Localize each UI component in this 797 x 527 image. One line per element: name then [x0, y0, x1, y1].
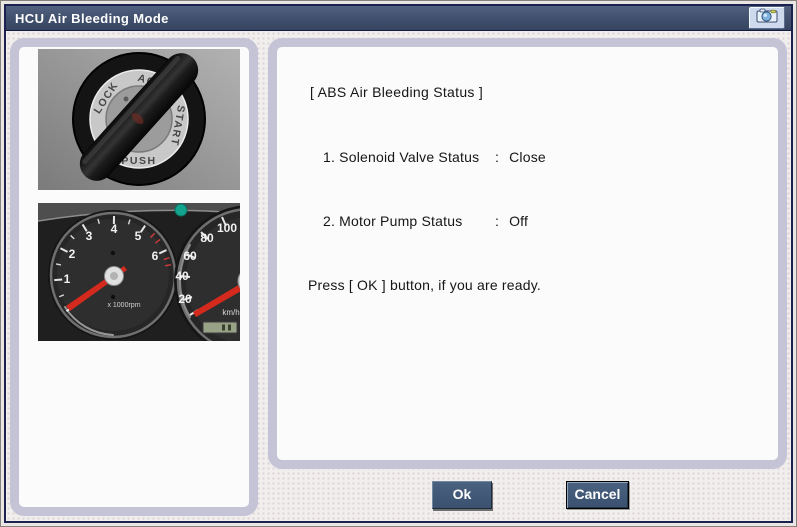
dialog-body: LOCK ACC START PUSH — [6, 32, 791, 521]
status-item-motor-pump: 2. Motor Pump Status: Off — [323, 213, 528, 229]
svg-text:20: 20 — [178, 292, 192, 306]
status-panel: [ ABS Air Bleeding Status ] 1. Solenoid … — [268, 38, 787, 469]
svg-text:5: 5 — [135, 229, 142, 243]
image-panel: LOCK ACC START PUSH — [10, 38, 258, 516]
tachometer-gauge: 1 2 3 4 5 6 x 1000rpm — [48, 210, 178, 340]
cancel-button[interactable]: Cancel — [566, 481, 629, 509]
title-bar: HCU Air Bleeding Mode — [6, 6, 791, 31]
svg-text:80: 80 — [200, 231, 214, 245]
indicator-lamp — [174, 203, 188, 217]
svg-text:2: 2 — [69, 247, 76, 261]
svg-text:40: 40 — [175, 269, 189, 283]
dialog-window: HCU Air Bleeding Mode LOCK START PUSH 1 … — [0, 0, 797, 527]
status-heading: [ ABS Air Bleeding Status ] — [310, 84, 484, 100]
ignition-switch-photo: LOCK ACC START PUSH — [38, 49, 240, 190]
camera-button[interactable] — [749, 7, 785, 29]
status-item-value: Close — [509, 149, 546, 165]
status-item-solenoid: 1. Solenoid Valve Status: Close — [323, 149, 546, 165]
dialog-frame: HCU Air Bleeding Mode LOCK START PUSH 1 … — [4, 4, 793, 523]
svg-text:100: 100 — [217, 221, 237, 235]
window-title: HCU Air Bleeding Mode — [15, 10, 169, 26]
status-item-value: Off — [509, 213, 529, 229]
svg-text:6: 6 — [152, 249, 159, 263]
tach-unit-label: x 1000rpm — [107, 302, 140, 309]
status-item-separator: : — [495, 149, 500, 165]
ok-button[interactable]: Ok — [432, 481, 492, 509]
status-item-label: 1. Solenoid Valve Status — [323, 149, 480, 165]
svg-text:1: 1 — [64, 272, 71, 286]
instruction-text: Press [ OK ] button, if you are ready. — [308, 277, 542, 293]
svg-text:60: 60 — [183, 249, 197, 263]
svg-text:4: 4 — [111, 222, 118, 236]
status-item-separator: : — [495, 213, 500, 229]
ignition-label-push: PUSH — [121, 155, 156, 167]
odometer-display — [202, 321, 238, 334]
svg-text:3: 3 — [86, 229, 93, 243]
instrument-cluster-photo: 1 2 3 4 5 6 x 1000rpm 20 40 60 80 100 km… — [38, 203, 240, 341]
speed-unit-label: km/h — [222, 308, 239, 317]
status-item-label: 2. Motor Pump Status — [323, 213, 463, 229]
camera-icon — [756, 8, 778, 28]
